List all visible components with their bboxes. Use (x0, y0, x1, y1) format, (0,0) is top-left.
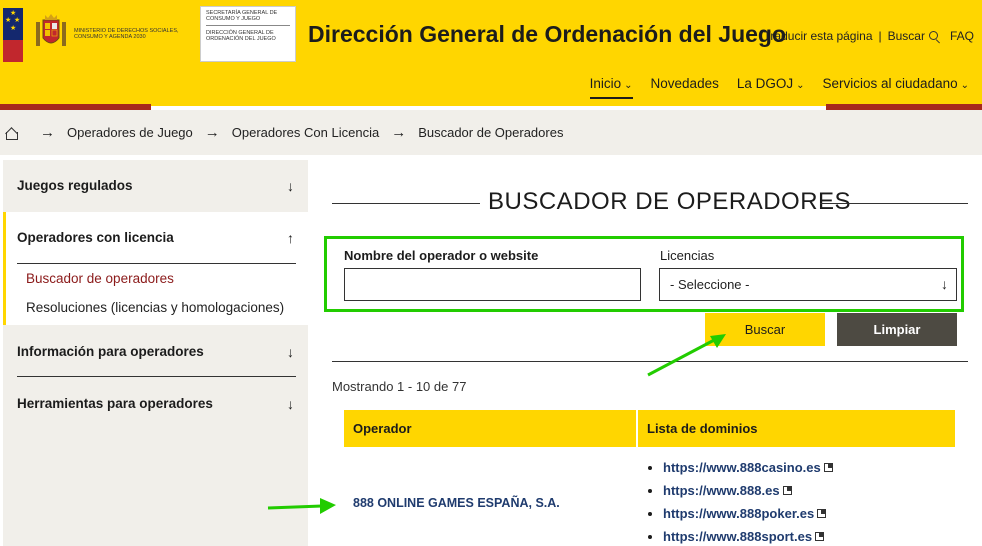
arrow-down-icon: ↓ (287, 344, 294, 360)
table-header-domains: Lista de dominios (638, 410, 955, 447)
list-item[interactable]: https://www.888sport.es (648, 525, 833, 546)
arrow-up-icon: ↑ (287, 230, 294, 246)
sidebar-subitem-buscador[interactable]: Buscador de operadores (26, 271, 174, 286)
sidebar-item-herramientas[interactable]: Herramientas para operadores ↓ (3, 396, 308, 416)
coat-of-arms-icon (36, 14, 66, 46)
secretaria-name: Secretaría General de Consumo y Juego (206, 10, 290, 26)
domain-link[interactable]: https://www.888poker.es (663, 506, 814, 521)
domain-link[interactable]: https://www.888casino.es (663, 460, 821, 475)
page-title: BUSCADOR DE OPERADORES (488, 188, 852, 215)
arrow-down-icon: ↓ (287, 396, 294, 412)
sidebar-subitem-resoluciones[interactable]: Resoluciones (licencias y homologaciones… (26, 300, 284, 315)
external-link-icon (815, 532, 825, 541)
breadcrumb-item-con-licencia[interactable]: Operadores Con Licencia (232, 125, 379, 140)
site-title[interactable]: Dirección General de Ordenación del Jueg… (308, 21, 786, 48)
arrow-right-icon: → (40, 124, 55, 141)
breadcrumb-item-operadores[interactable]: Operadores de Juego (67, 125, 193, 140)
nav-item-inicio[interactable]: Inicio ⌄ (589, 76, 633, 99)
sidebar-divider (17, 263, 296, 264)
title-rule-right (820, 203, 968, 204)
list-item[interactable]: https://www.888poker.es (648, 502, 833, 525)
translate-link[interactable]: Traducir esta página (764, 29, 873, 43)
ministry-name: Ministerio de Derechos Sociales, Consumo… (74, 28, 179, 40)
search-link[interactable]: Buscar (888, 29, 925, 43)
sidebar-divider (17, 376, 296, 377)
results-count: Mostrando 1 - 10 de 77 (332, 379, 467, 394)
arrow-down-icon: ↓ (287, 178, 294, 194)
operator-name-input[interactable] (344, 268, 641, 301)
home-icon[interactable] (4, 126, 18, 140)
nav-item-novedades[interactable]: Novedades (651, 76, 719, 99)
license-select[interactable]: - Seleccione - ↓ (659, 268, 957, 301)
eu-flag-icon: ★ ★ ★ ★ (3, 8, 23, 62)
list-item[interactable]: https://www.888casino.es (648, 456, 833, 479)
chevron-down-icon: ⌄ (960, 80, 969, 91)
sidebar-item-informacion[interactable]: Información para operadores ↓ (3, 344, 308, 364)
license-label: Licencias (660, 248, 715, 263)
search-icon[interactable] (928, 30, 940, 42)
utility-nav: Traducir esta página | Buscar FAQ (764, 29, 974, 43)
external-link-icon (817, 509, 827, 518)
sidebar-item-juegos-regulados[interactable]: Juegos regulados ↓ (3, 178, 308, 198)
external-link-icon (782, 486, 792, 495)
main-nav: Inicio ⌄ Novedades La DGOJ ⌄ Servicios al … (572, 76, 969, 99)
breadcrumb: → Operadores de Juego → Operadores Con L… (0, 110, 982, 155)
external-link-icon (823, 463, 833, 472)
list-item[interactable]: https://www.888.es (648, 479, 833, 502)
table-header-operator[interactable]: Operador (344, 410, 636, 447)
separator: | (878, 29, 882, 43)
domain-link[interactable]: https://www.888sport.es (663, 529, 812, 544)
license-select-value: - Seleccione - (670, 277, 750, 292)
domain-list: https://www.888casino.es https://www.888… (648, 456, 833, 546)
arrow-down-icon: ↓ (941, 276, 948, 292)
operator-link[interactable]: 888 ONLINE GAMES ESPAÑA, S.A. (353, 496, 560, 510)
chevron-down-icon: ⌄ (624, 80, 633, 91)
nav-item-servicios[interactable]: Servicios al ciudadano ⌄ (823, 76, 969, 99)
nav-item-la-dgoj[interactable]: La DGOJ ⌄ (737, 76, 805, 99)
direccion-name: Dirección General de Ordenación del Jueg… (206, 30, 276, 42)
sidebar-open-section: Operadores con licencia ↑ Buscador de op… (3, 212, 308, 325)
domain-link[interactable]: https://www.888.es (663, 483, 780, 498)
sidebar: Juegos regulados ↓ Operadores con licenc… (3, 160, 308, 546)
title-rule-left (332, 203, 480, 204)
sidebar-item-operadores-licencia[interactable]: Operadores con licencia ↑ (3, 230, 308, 250)
arrow-right-icon: → (391, 124, 407, 141)
arrow-right-icon: → (204, 124, 220, 141)
secretaria-block: Secretaría General de Consumo y Juego Di… (200, 6, 296, 62)
annotation-arrow-search-icon (647, 334, 726, 377)
faq-link[interactable]: FAQ (950, 29, 974, 43)
annotation-arrow-operator-icon (267, 498, 336, 514)
chevron-down-icon: ⌄ (796, 80, 805, 91)
clear-button[interactable]: Limpiar (837, 313, 957, 346)
breadcrumb-item-current: Buscador de Operadores (418, 125, 564, 140)
operator-name-label: Nombre del operador o website (344, 248, 539, 263)
